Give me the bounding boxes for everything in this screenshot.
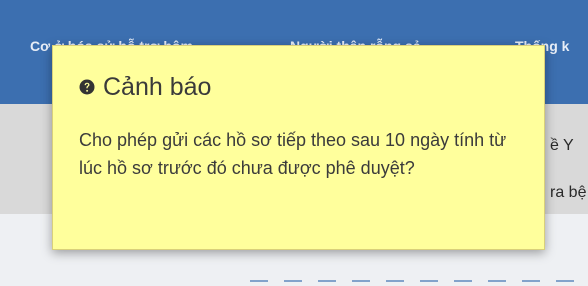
popover-title: Cảnh báo bbox=[103, 73, 212, 101]
background-text-1: ề Y bbox=[550, 137, 574, 154]
warning-popover: Cảnh báo Cho phép gửi các hồ sơ tiếp the… bbox=[52, 45, 545, 250]
question-circle-icon bbox=[79, 79, 95, 95]
popover-header: Cảnh báo bbox=[79, 72, 211, 102]
background-link-underline bbox=[250, 280, 580, 282]
background-text-2: ra bệ bbox=[550, 184, 587, 201]
popover-message: Cho phép gửi các hồ sơ tiếp theo sau 10 … bbox=[79, 130, 507, 178]
